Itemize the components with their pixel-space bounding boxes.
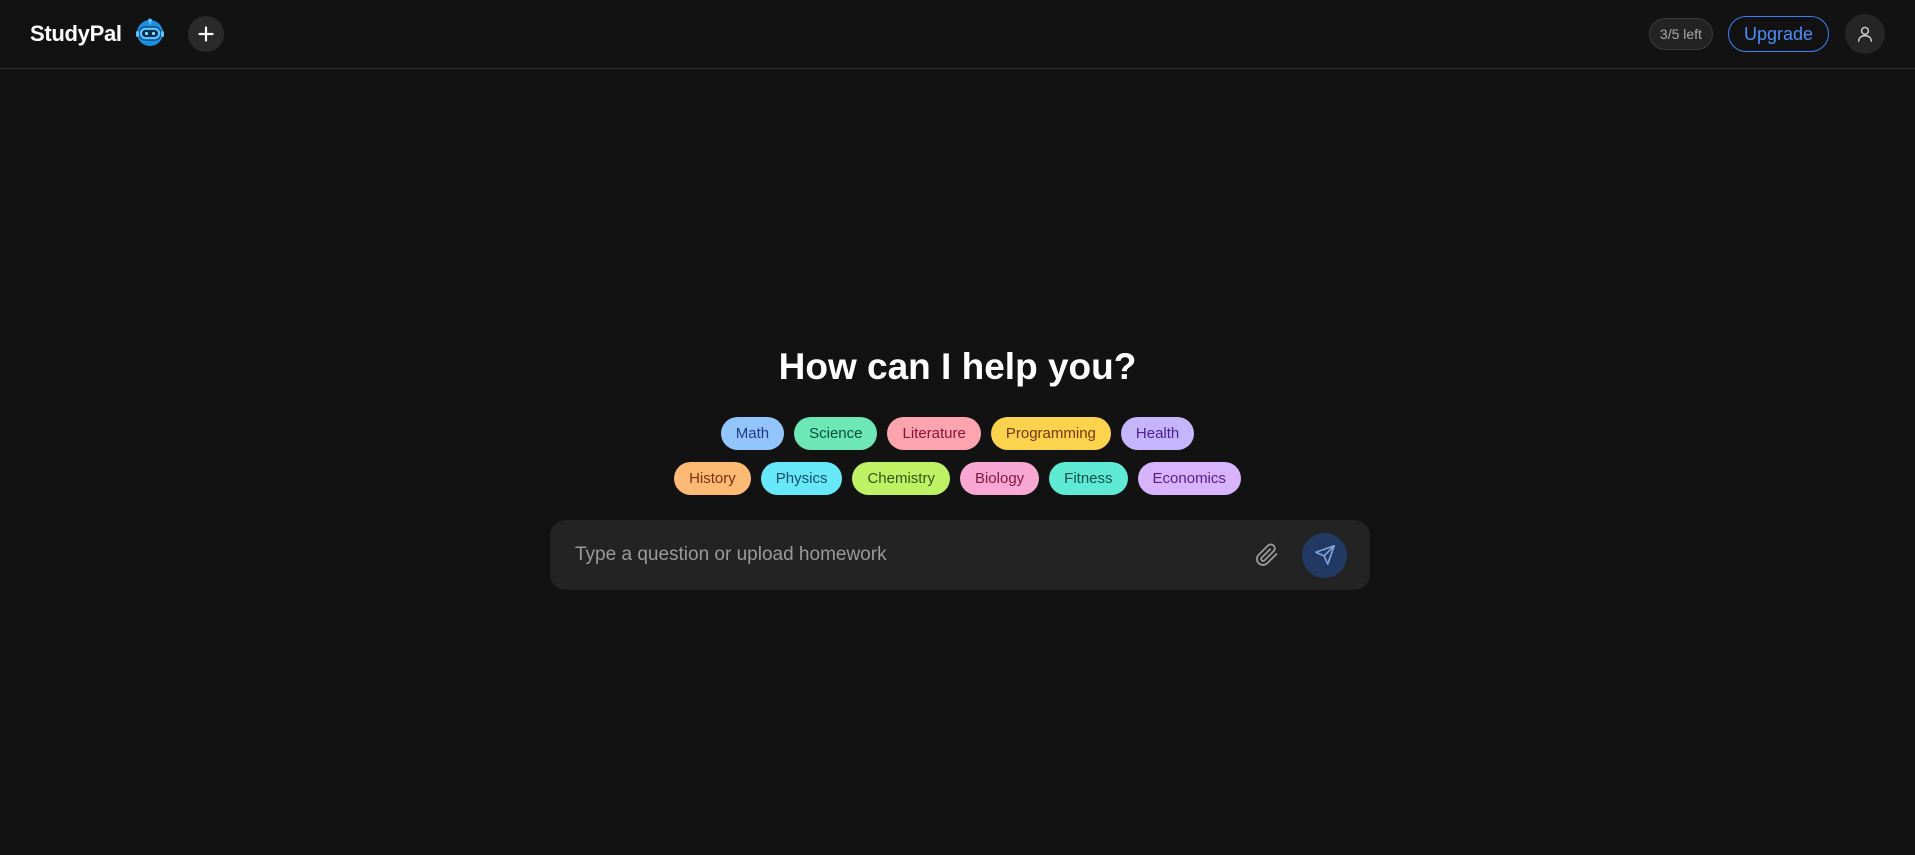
topic-tag-history[interactable]: History	[674, 462, 751, 495]
plus-icon	[198, 26, 214, 42]
topic-tag-physics[interactable]: Physics	[760, 462, 843, 495]
user-account-button[interactable]	[1845, 14, 1885, 54]
topic-tag-chemistry[interactable]: Chemistry	[852, 462, 950, 495]
composer	[550, 520, 1370, 590]
upgrade-button[interactable]: Upgrade	[1727, 16, 1829, 52]
user-icon	[1857, 26, 1873, 42]
question-input[interactable]	[575, 544, 1254, 566]
quota-badge: 3/5 left	[1648, 18, 1713, 50]
topic-tags-row-1: Math Science Literature Programming Health	[0, 417, 1915, 450]
send-button[interactable]	[1302, 532, 1347, 578]
topic-tag-science[interactable]: Science	[794, 417, 878, 450]
send-icon	[1314, 545, 1335, 565]
header-actions: 3/5 left Upgrade	[1648, 14, 1885, 54]
topic-tag-health[interactable]: Health	[1120, 417, 1195, 450]
topic-tag-economics[interactable]: Economics	[1137, 462, 1241, 495]
attach-button[interactable]	[1254, 542, 1280, 568]
topic-tag-programming[interactable]: Programming	[990, 417, 1111, 450]
new-chat-button[interactable]	[187, 16, 224, 52]
upgrade-label: Upgrade	[1743, 23, 1813, 44]
robot-logo-icon	[122, 16, 166, 53]
paperclip-icon	[1256, 543, 1278, 566]
topic-tags-row-2: History Physics Chemistry Biology Fitness Eco…	[0, 462, 1915, 495]
topic-tag-biology[interactable]: Biology	[959, 462, 1040, 495]
top-bar: StudyPal 3/5 left Upgrade	[0, 0, 1915, 69]
brand: StudyPal	[30, 16, 224, 53]
brand-name: StudyPal	[30, 21, 122, 46]
page-title: How can I help you?	[778, 346, 1137, 387]
topic-tag-math[interactable]: Math	[720, 417, 785, 450]
topic-tag-fitness[interactable]: Fitness	[1049, 462, 1128, 495]
topic-tag-literature[interactable]: Literature	[887, 417, 981, 450]
